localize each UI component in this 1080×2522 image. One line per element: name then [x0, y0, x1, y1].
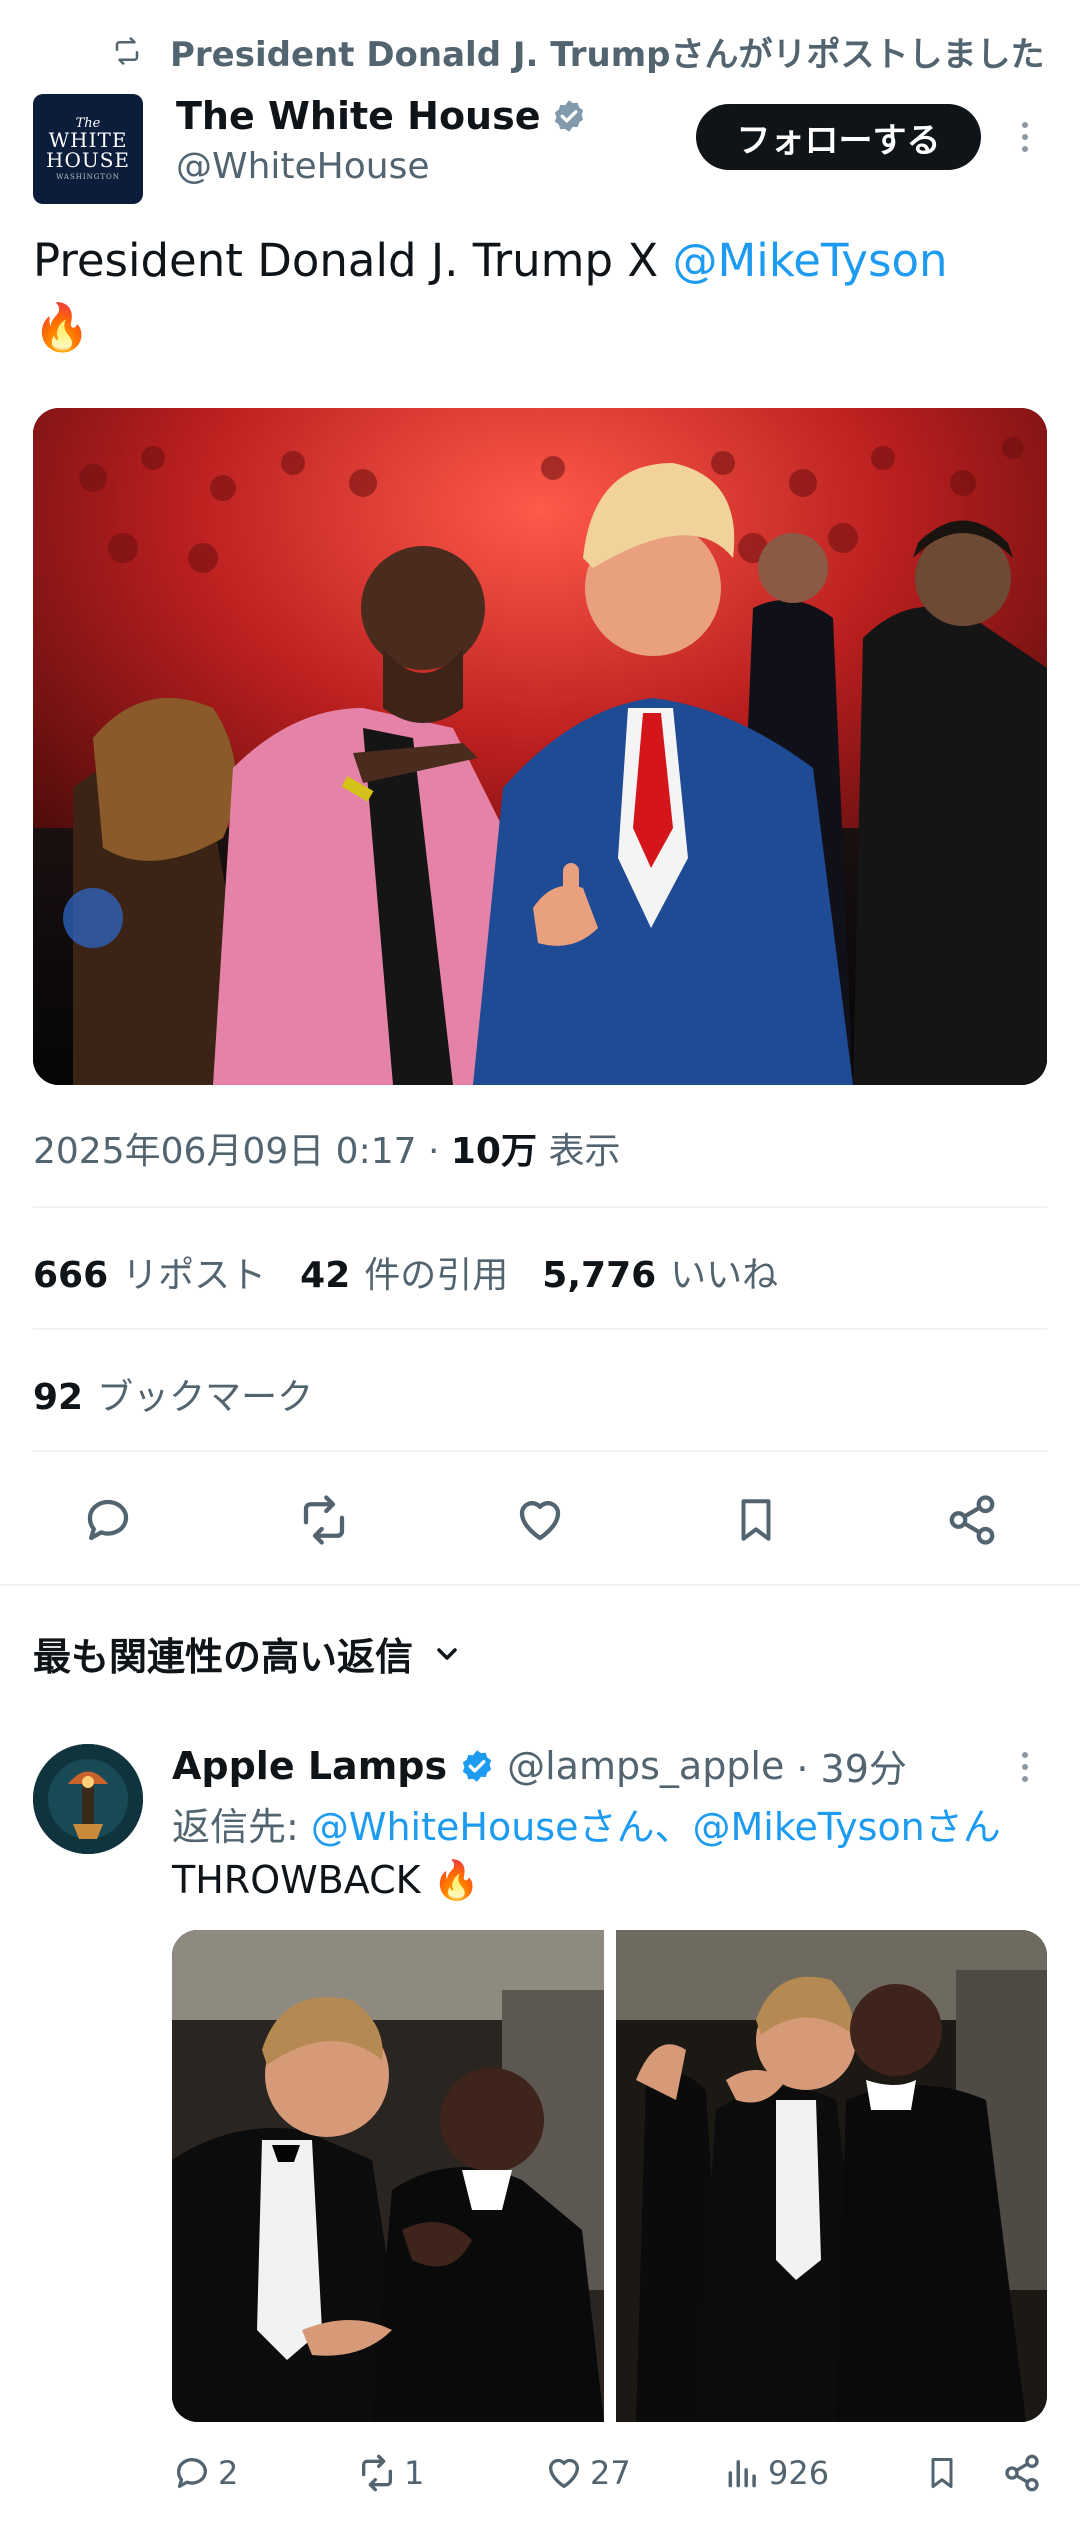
- reply-action-bar: 2 1 27 926: [172, 2448, 1052, 2498]
- tweet-text: President Donald J. Trump X @MikeTyson 🔥: [33, 228, 1033, 361]
- likes-count: 5,776: [542, 1255, 657, 1296]
- verified-badge-icon: [551, 98, 587, 134]
- repost-header[interactable]: President Donald J. Trumpさんがリポストしました: [110, 26, 1045, 76]
- tweet-datetime[interactable]: 2025年06月09日 0:17: [33, 1131, 417, 1172]
- follow-button[interactable]: フォローする: [696, 104, 981, 170]
- avatar-text-sub: WASHINGTON: [56, 173, 120, 181]
- verified-badge-icon: [459, 1748, 495, 1784]
- more-options-icon[interactable]: [1015, 122, 1035, 152]
- views-count: 10万: [450, 1131, 537, 1172]
- reposts-count: 666: [33, 1255, 109, 1296]
- author-handle[interactable]: @WhiteHouse: [176, 146, 430, 187]
- quotes-count: 42: [300, 1255, 351, 1296]
- author-name-row[interactable]: The White House: [176, 94, 587, 138]
- tweet-action-bar: [33, 1480, 1047, 1560]
- reply-reply-button[interactable]: 2: [172, 2453, 356, 2493]
- reply-share-button[interactable]: [1002, 2453, 1042, 2493]
- reply-icon[interactable]: [78, 1490, 138, 1550]
- section-divider: [0, 1584, 1080, 1586]
- reply-avatar[interactable]: [33, 1744, 143, 1854]
- bookmark-stats: 92 ブックマーク: [33, 1368, 313, 1420]
- reply-header: Apple Lamps @lamps_apple · 39分: [172, 1738, 907, 1793]
- reply-author-name[interactable]: Apple Lamps: [172, 1744, 447, 1788]
- quotes-stat[interactable]: 42 件の引用: [300, 1246, 508, 1298]
- repost-header-text: President Donald J. Trumpさんがリポストしました: [170, 34, 1045, 75]
- author-avatar[interactable]: The WHITE HOUSE WASHINGTON: [33, 94, 143, 204]
- reply-to-separator: 、: [654, 1805, 693, 1849]
- share-icon[interactable]: [942, 1490, 1002, 1550]
- views-chart-icon: [724, 2453, 762, 2493]
- reply-text: THROWBACK 🔥: [172, 1858, 480, 1903]
- reply-sort-label: 最も関連性の高い返信: [33, 1635, 414, 1679]
- likes-label: いいね: [670, 1255, 779, 1296]
- divider: [33, 1328, 1047, 1330]
- reply-photo-2[interactable]: [616, 1930, 1047, 2422]
- reply-icon: [172, 2453, 212, 2493]
- repost-icon[interactable]: [294, 1490, 354, 1550]
- reply-more-options-icon[interactable]: [1015, 1752, 1035, 1782]
- bookmark-icon[interactable]: [726, 1490, 786, 1550]
- reply-likes-count: 27: [590, 2454, 631, 2492]
- likes-stat[interactable]: 5,776 いいね: [542, 1246, 778, 1298]
- reply-to-whitehouse-link[interactable]: @WhiteHouseさん: [311, 1805, 655, 1849]
- bookmarks-label: ブックマーク: [97, 1377, 314, 1418]
- quotes-label: 件の引用: [364, 1255, 509, 1296]
- reply-reposts-count: 1: [404, 2454, 425, 2492]
- reply-text-body: THROWBACK: [172, 1858, 433, 1902]
- reply-author-handle[interactable]: @lamps_apple: [507, 1744, 784, 1788]
- reply-to-line: 返信先: @WhiteHouseさん、@MikeTysonさん: [172, 1796, 1001, 1851]
- engagement-stats: 666 リポスト 42 件の引用 5,776 いいね: [33, 1246, 778, 1298]
- reply-time: · 39分: [796, 1747, 907, 1791]
- divider: [33, 1450, 1047, 1452]
- reply-repost-button[interactable]: 1: [356, 2453, 544, 2493]
- fire-emoji: 🔥: [33, 300, 91, 354]
- share-icon: [1002, 2453, 1042, 2493]
- reposts-stat[interactable]: 666 リポスト: [33, 1246, 266, 1298]
- reply-views-count: 926: [768, 2454, 830, 2492]
- divider: [33, 1206, 1047, 1208]
- repost-icon: [356, 2453, 398, 2493]
- tweet-photo[interactable]: [33, 408, 1047, 1085]
- meta-dot: ·: [416, 1131, 451, 1172]
- bookmarks-stat[interactable]: 92 ブックマーク: [33, 1368, 313, 1420]
- repost-icon: [110, 36, 144, 66]
- fire-emoji: 🔥: [432, 1858, 480, 1902]
- bookmarks-count: 92: [33, 1377, 84, 1418]
- reply-views-button[interactable]: 926: [724, 2453, 924, 2493]
- reply-photo-1[interactable]: [172, 1930, 604, 2422]
- reply-to-prefix: 返信先:: [172, 1805, 311, 1849]
- reply-bookmark-button[interactable]: [924, 2453, 1002, 2493]
- reposts-label: リポスト: [122, 1255, 267, 1296]
- chevron-down-icon: [431, 1638, 463, 1670]
- tweet-meta: 2025年06月09日 0:17 · 10万 表示: [33, 1122, 620, 1174]
- reply-replies-count: 2: [218, 2454, 239, 2492]
- reply-to-miketyson-link[interactable]: @MikeTysonさん: [692, 1805, 1000, 1849]
- bookmark-icon: [924, 2453, 960, 2493]
- like-icon: [544, 2453, 584, 2493]
- author-name[interactable]: The White House: [176, 94, 541, 138]
- avatar-text-house: HOUSE: [46, 148, 130, 172]
- tweet-text-body: President Donald J. Trump X: [33, 234, 673, 287]
- like-icon[interactable]: [510, 1490, 570, 1550]
- reply-like-button[interactable]: 27: [544, 2453, 724, 2493]
- reply-sort-dropdown[interactable]: 最も関連性の高い返信: [33, 1626, 463, 1681]
- mention-link[interactable]: @MikeTyson: [672, 234, 947, 287]
- avatar-text-white: WHITE: [48, 128, 128, 152]
- views-label: 表示: [548, 1131, 621, 1172]
